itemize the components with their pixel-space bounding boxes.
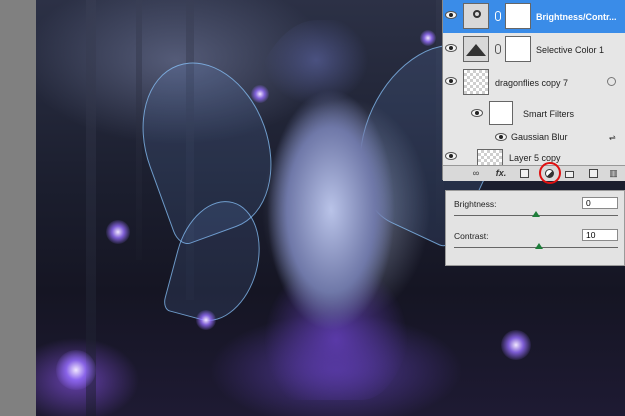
fairy-figure (236, 20, 416, 400)
smart-filter-mask-thumbnail (489, 101, 513, 125)
link-layers-icon[interactable]: ∞ (470, 169, 482, 178)
adjustments-panel: Brightness: Contrast: (445, 190, 625, 266)
eye-icon[interactable] (445, 11, 457, 19)
layer-row-brightness-contrast[interactable]: Brightness/Contr... (443, 0, 625, 34)
layer-row-layer-5-copy[interactable]: Layer 5 copy (443, 146, 625, 166)
eye-icon[interactable] (445, 152, 457, 160)
contrast-input[interactable] (582, 229, 618, 241)
glowing-light (196, 310, 216, 330)
gaussian-blur-row[interactable]: Gaussian Blur ⇌ (443, 128, 625, 147)
sun-icon (473, 10, 481, 18)
brightness-label: Brightness: (454, 199, 497, 209)
fx-icon[interactable]: fx. (493, 169, 509, 178)
eye-icon[interactable] (495, 133, 507, 141)
brightness-input[interactable] (582, 197, 618, 209)
layer-mask-thumbnail[interactable] (505, 36, 531, 62)
smart-filters-label: Smart Filters (523, 109, 575, 119)
smart-filter-options-icon[interactable] (607, 77, 616, 86)
selective-color-icon (466, 44, 486, 56)
adjustment-thumbnail (463, 3, 489, 29)
contrast-slider-thumb[interactable] (535, 243, 544, 249)
layer-name: Brightness/Contr... (536, 12, 617, 22)
layer-name: Selective Color 1 (536, 45, 605, 55)
delete-layer-icon[interactable]: ▥ (609, 169, 618, 178)
glowing-light (106, 220, 130, 244)
layers-panel: Brightness/Contr... Selective Color 1 dr… (442, 0, 625, 184)
layer-name: dragonflies copy 7 (495, 78, 569, 88)
blending-options-icon[interactable]: ⇌ (609, 133, 616, 142)
layer-row-dragonflies[interactable]: dragonflies copy 7 (443, 66, 625, 100)
smart-object-thumbnail (463, 69, 489, 95)
highlight-circle (539, 162, 561, 184)
filter-name: Gaussian Blur (511, 132, 568, 142)
eye-icon[interactable] (445, 77, 457, 85)
brightness-slider-thumb[interactable] (532, 211, 540, 217)
glowing-light (501, 330, 531, 360)
smart-filters-row[interactable]: Smart Filters (443, 99, 625, 129)
layers-panel-footer: ∞ fx. ▥ (443, 162, 625, 184)
chain-link-icon[interactable] (495, 44, 501, 54)
add-mask-icon[interactable] (520, 169, 529, 178)
layer-row-selective-color[interactable]: Selective Color 1 (443, 33, 625, 67)
eye-icon[interactable] (445, 44, 457, 52)
layer-thumbnail (477, 149, 503, 165)
layer-mask-thumbnail[interactable] (505, 3, 531, 29)
contrast-label: Contrast: (454, 231, 489, 241)
tree-trunk (136, 0, 142, 260)
adjustment-thumbnail (463, 36, 489, 62)
eye-icon[interactable] (471, 109, 483, 117)
glowing-light (251, 85, 269, 103)
new-group-icon[interactable] (565, 171, 574, 178)
new-layer-icon[interactable] (589, 169, 598, 178)
chain-link-icon[interactable] (495, 11, 501, 21)
glowing-light (56, 350, 96, 390)
glowing-light (420, 30, 436, 46)
